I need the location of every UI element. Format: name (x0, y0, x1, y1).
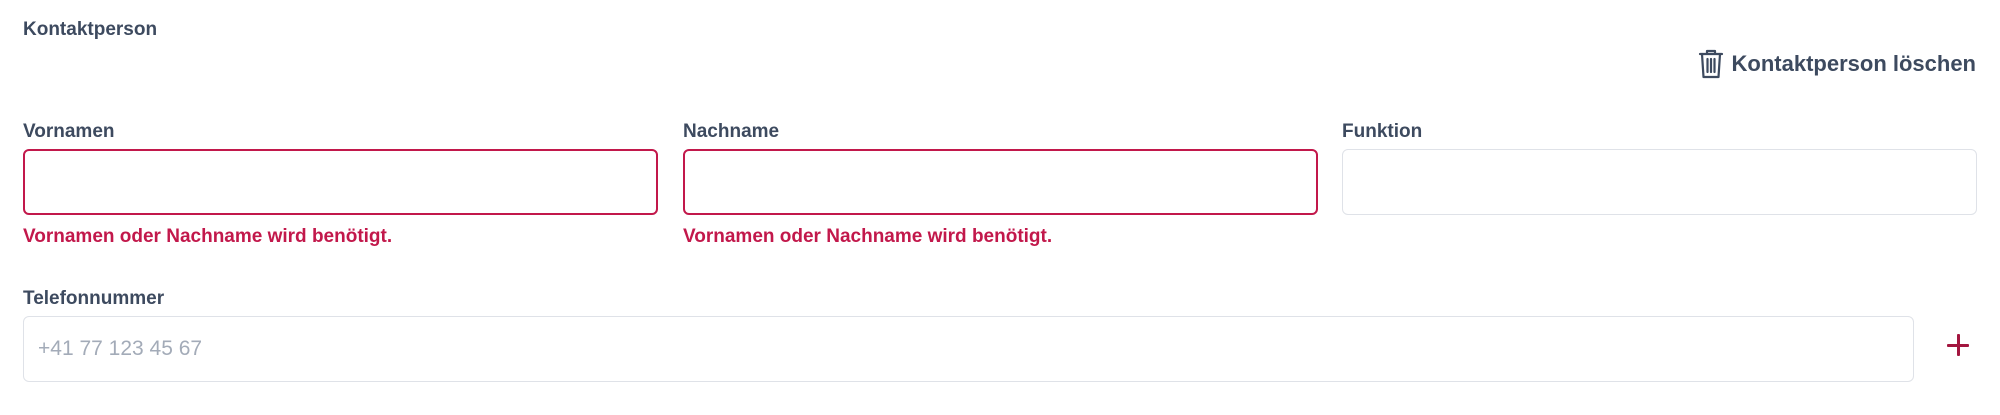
function-label: Funktion (1342, 121, 1423, 142)
last-name-input[interactable] (683, 149, 1318, 215)
first-name-input[interactable] (23, 149, 658, 215)
first-name-error: Vornamen oder Nachname wird benötigt. (23, 226, 393, 247)
phone-label: Telefonnummer (23, 288, 165, 309)
last-name-label: Nachname (683, 121, 780, 142)
phone-input[interactable] (23, 316, 1914, 382)
delete-contact-person-button[interactable]: Kontaktperson löschen (1698, 49, 1976, 79)
first-name-label: Vornamen (23, 121, 115, 142)
plus-icon[interactable] (1943, 330, 1973, 360)
function-input[interactable] (1342, 149, 1977, 215)
trash-icon (1698, 49, 1724, 79)
delete-contact-person-label: Kontaktperson löschen (1731, 51, 1976, 76)
last-name-error: Vornamen oder Nachname wird benötigt. (683, 226, 1053, 247)
section-title: Kontaktperson (23, 19, 158, 40)
